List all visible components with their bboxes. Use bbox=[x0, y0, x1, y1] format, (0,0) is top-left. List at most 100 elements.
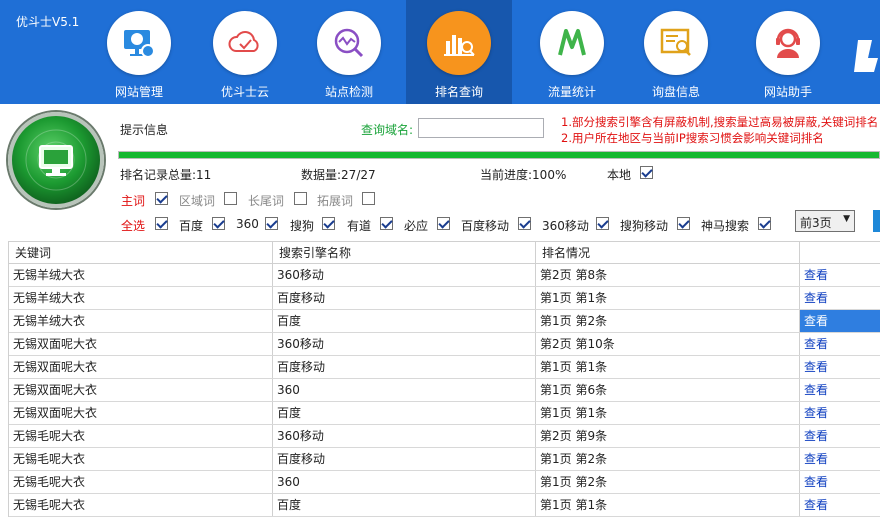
notice-text: 1.部分搜索引擎含有屏蔽机制,搜索量过高易被屏蔽,关键词排名 2.用户所在地区与… bbox=[561, 114, 878, 146]
engine-label-360-mobile: 360移动 bbox=[542, 219, 589, 233]
data-count: 数据量:27/27 bbox=[301, 168, 376, 182]
table-row[interactable]: 无锡毛呢大衣 百度移动 第1页 第2条 查看 bbox=[9, 448, 880, 471]
view-link[interactable]: 查看 bbox=[804, 498, 828, 512]
domain-input[interactable] bbox=[418, 118, 544, 138]
engine-checkbox-baidu[interactable] bbox=[212, 217, 225, 230]
view-link[interactable]: 查看 bbox=[804, 291, 828, 305]
app-title: 优斗士V5.1 bbox=[16, 15, 80, 29]
cell-engine: 360移动 bbox=[273, 264, 536, 286]
cell-keyword: 无锡毛呢大衣 bbox=[9, 471, 273, 493]
nav-item-rank-query[interactable]: 排名查询 bbox=[406, 0, 512, 104]
top-nav-bar: 优斗士V5.1 网站管理 优斗士云 站点检测 排名查询 流量统计 询盘信息 网站… bbox=[0, 0, 880, 104]
engine-checkbox-sogou-mobile[interactable] bbox=[677, 217, 690, 230]
engine-checkbox-shenma[interactable] bbox=[758, 217, 771, 230]
engine-checkbox-360[interactable] bbox=[265, 217, 278, 230]
select-all-checkbox[interactable] bbox=[155, 217, 168, 230]
view-link[interactable]: 查看 bbox=[804, 475, 828, 489]
header-action[interactable] bbox=[800, 242, 880, 264]
header-keyword[interactable]: 关键词 bbox=[9, 242, 273, 264]
table-row[interactable]: 无锡羊绒大衣 百度 第1页 第2条 查看 bbox=[9, 310, 880, 333]
table-row[interactable]: 无锡羊绒大衣 360移动 第2页 第8条 查看 bbox=[9, 264, 880, 287]
nav-item-traffic-stats[interactable]: 流量统计 bbox=[519, 0, 625, 104]
pages-select[interactable]: 前3页 ▼ bbox=[795, 210, 855, 232]
inquiry-info-icon bbox=[644, 11, 708, 75]
cell-action: 查看 bbox=[800, 448, 880, 470]
nav-item-inquiry-info[interactable]: 询盘信息 bbox=[623, 0, 729, 104]
cell-engine: 360移动 bbox=[273, 333, 536, 355]
engine-checkbox-youdao[interactable] bbox=[380, 217, 393, 230]
cell-action: 查看 bbox=[800, 264, 880, 286]
engine-checkbox-bing[interactable] bbox=[437, 217, 450, 230]
view-link[interactable]: 查看 bbox=[804, 360, 828, 374]
radar-logo-icon bbox=[8, 112, 104, 208]
table-row[interactable]: 无锡双面呢大衣 百度移动 第1页 第1条 查看 bbox=[9, 356, 880, 379]
cell-rank: 第1页 第1条 bbox=[536, 287, 800, 309]
cell-engine: 360移动 bbox=[273, 425, 536, 447]
nav-item-cloud[interactable]: 优斗士云 bbox=[192, 0, 298, 104]
view-link[interactable]: 查看 bbox=[804, 268, 828, 282]
table-row[interactable]: 无锡双面呢大衣 360移动 第2页 第10条 查看 bbox=[9, 333, 880, 356]
expand-word-checkbox[interactable] bbox=[362, 192, 375, 205]
view-link[interactable]: 查看 bbox=[804, 429, 828, 443]
table-body: 无锡羊绒大衣 360移动 第2页 第8条 查看 无锡羊绒大衣 百度移动 第1页 第1条 查看无… bbox=[9, 264, 880, 517]
cell-keyword: 无锡双面呢大衣 bbox=[9, 379, 273, 401]
table-row[interactable]: 无锡毛呢大衣 360移动 第2页 第9条 查看 bbox=[9, 425, 880, 448]
site-check-icon bbox=[317, 11, 381, 75]
view-link[interactable]: 查看 bbox=[804, 383, 828, 397]
total-records: 排名记录总量:11 bbox=[120, 168, 212, 182]
view-link[interactable]: 查看 bbox=[804, 406, 828, 420]
cell-keyword: 无锡羊绒大衣 bbox=[9, 287, 273, 309]
cell-rank: 第1页 第6条 bbox=[536, 379, 800, 401]
cell-keyword: 无锡双面呢大衣 bbox=[9, 356, 273, 378]
chevron-down-icon: ▼ bbox=[843, 214, 850, 224]
table-header: 关键词 搜索引擎名称 排名情况 bbox=[9, 241, 880, 264]
engine-checkbox-baidu-mobile[interactable] bbox=[518, 217, 531, 230]
website-manage-icon bbox=[107, 11, 171, 75]
engine-label-bing: 必应 bbox=[404, 219, 429, 233]
view-link[interactable]: 查看 bbox=[804, 314, 828, 328]
engine-checkbox-360-mobile[interactable] bbox=[596, 217, 609, 230]
table-row[interactable]: 无锡毛呢大衣 360 第1页 第2条 查看 bbox=[9, 471, 880, 494]
assistant-icon bbox=[756, 11, 820, 75]
header-rank[interactable]: 排名情况 bbox=[536, 242, 800, 264]
table-row[interactable]: 无锡羊绒大衣 百度移动 第1页 第1条 查看 bbox=[9, 287, 880, 310]
engine-label-baidu: 百度 bbox=[179, 219, 204, 233]
traffic-stats-icon bbox=[540, 11, 604, 75]
engine-checkbox-sogou[interactable] bbox=[322, 217, 335, 230]
nav-item-site-check[interactable]: 站点检测 bbox=[296, 0, 402, 104]
cell-engine: 百度 bbox=[273, 402, 536, 424]
main-word-checkbox[interactable] bbox=[155, 192, 168, 205]
table-row[interactable]: 无锡毛呢大衣 百度 第1页 第1条 查看 bbox=[9, 494, 880, 517]
nav-label: 流量统计 bbox=[547, 85, 596, 99]
cell-action: 查看 bbox=[800, 425, 880, 447]
brand-mark-icon bbox=[854, 40, 878, 72]
table-row[interactable]: 无锡双面呢大衣 百度 第1页 第1条 查看 bbox=[9, 402, 880, 425]
cell-engine: 360 bbox=[273, 379, 536, 401]
nav-item-assistant[interactable]: 网站助手 bbox=[735, 0, 841, 104]
region-word-checkbox[interactable] bbox=[224, 192, 237, 205]
cell-keyword: 无锡羊绒大衣 bbox=[9, 310, 273, 332]
engine-label-360: 360 bbox=[236, 217, 259, 231]
cloud-icon bbox=[213, 11, 277, 75]
long-tail-checkbox[interactable] bbox=[294, 192, 307, 205]
table-row[interactable]: 无锡双面呢大衣 360 第1页 第6条 查看 bbox=[9, 379, 880, 402]
nav-label: 网站助手 bbox=[763, 85, 812, 99]
cell-engine: 百度移动 bbox=[273, 448, 536, 470]
cell-action: 查看 bbox=[800, 379, 880, 401]
nav-item-website-manage[interactable]: 网站管理 bbox=[86, 0, 192, 104]
cell-engine: 百度移动 bbox=[273, 287, 536, 309]
view-link[interactable]: 查看 bbox=[804, 337, 828, 351]
current-progress: 当前进度:100% bbox=[480, 168, 567, 182]
query-button[interactable] bbox=[873, 210, 880, 232]
header-engine[interactable]: 搜索引擎名称 bbox=[273, 242, 536, 264]
cell-action: 查看 bbox=[800, 310, 880, 332]
cell-engine: 百度 bbox=[273, 494, 536, 516]
cell-rank: 第2页 第8条 bbox=[536, 264, 800, 286]
cell-rank: 第1页 第1条 bbox=[536, 494, 800, 516]
cell-keyword: 无锡双面呢大衣 bbox=[9, 402, 273, 424]
nav-label: 排名查询 bbox=[434, 85, 483, 99]
cell-keyword: 无锡羊绒大衣 bbox=[9, 264, 273, 286]
view-link[interactable]: 查看 bbox=[804, 452, 828, 466]
nav-label: 网站管理 bbox=[114, 85, 163, 99]
local-checkbox[interactable] bbox=[640, 166, 653, 179]
